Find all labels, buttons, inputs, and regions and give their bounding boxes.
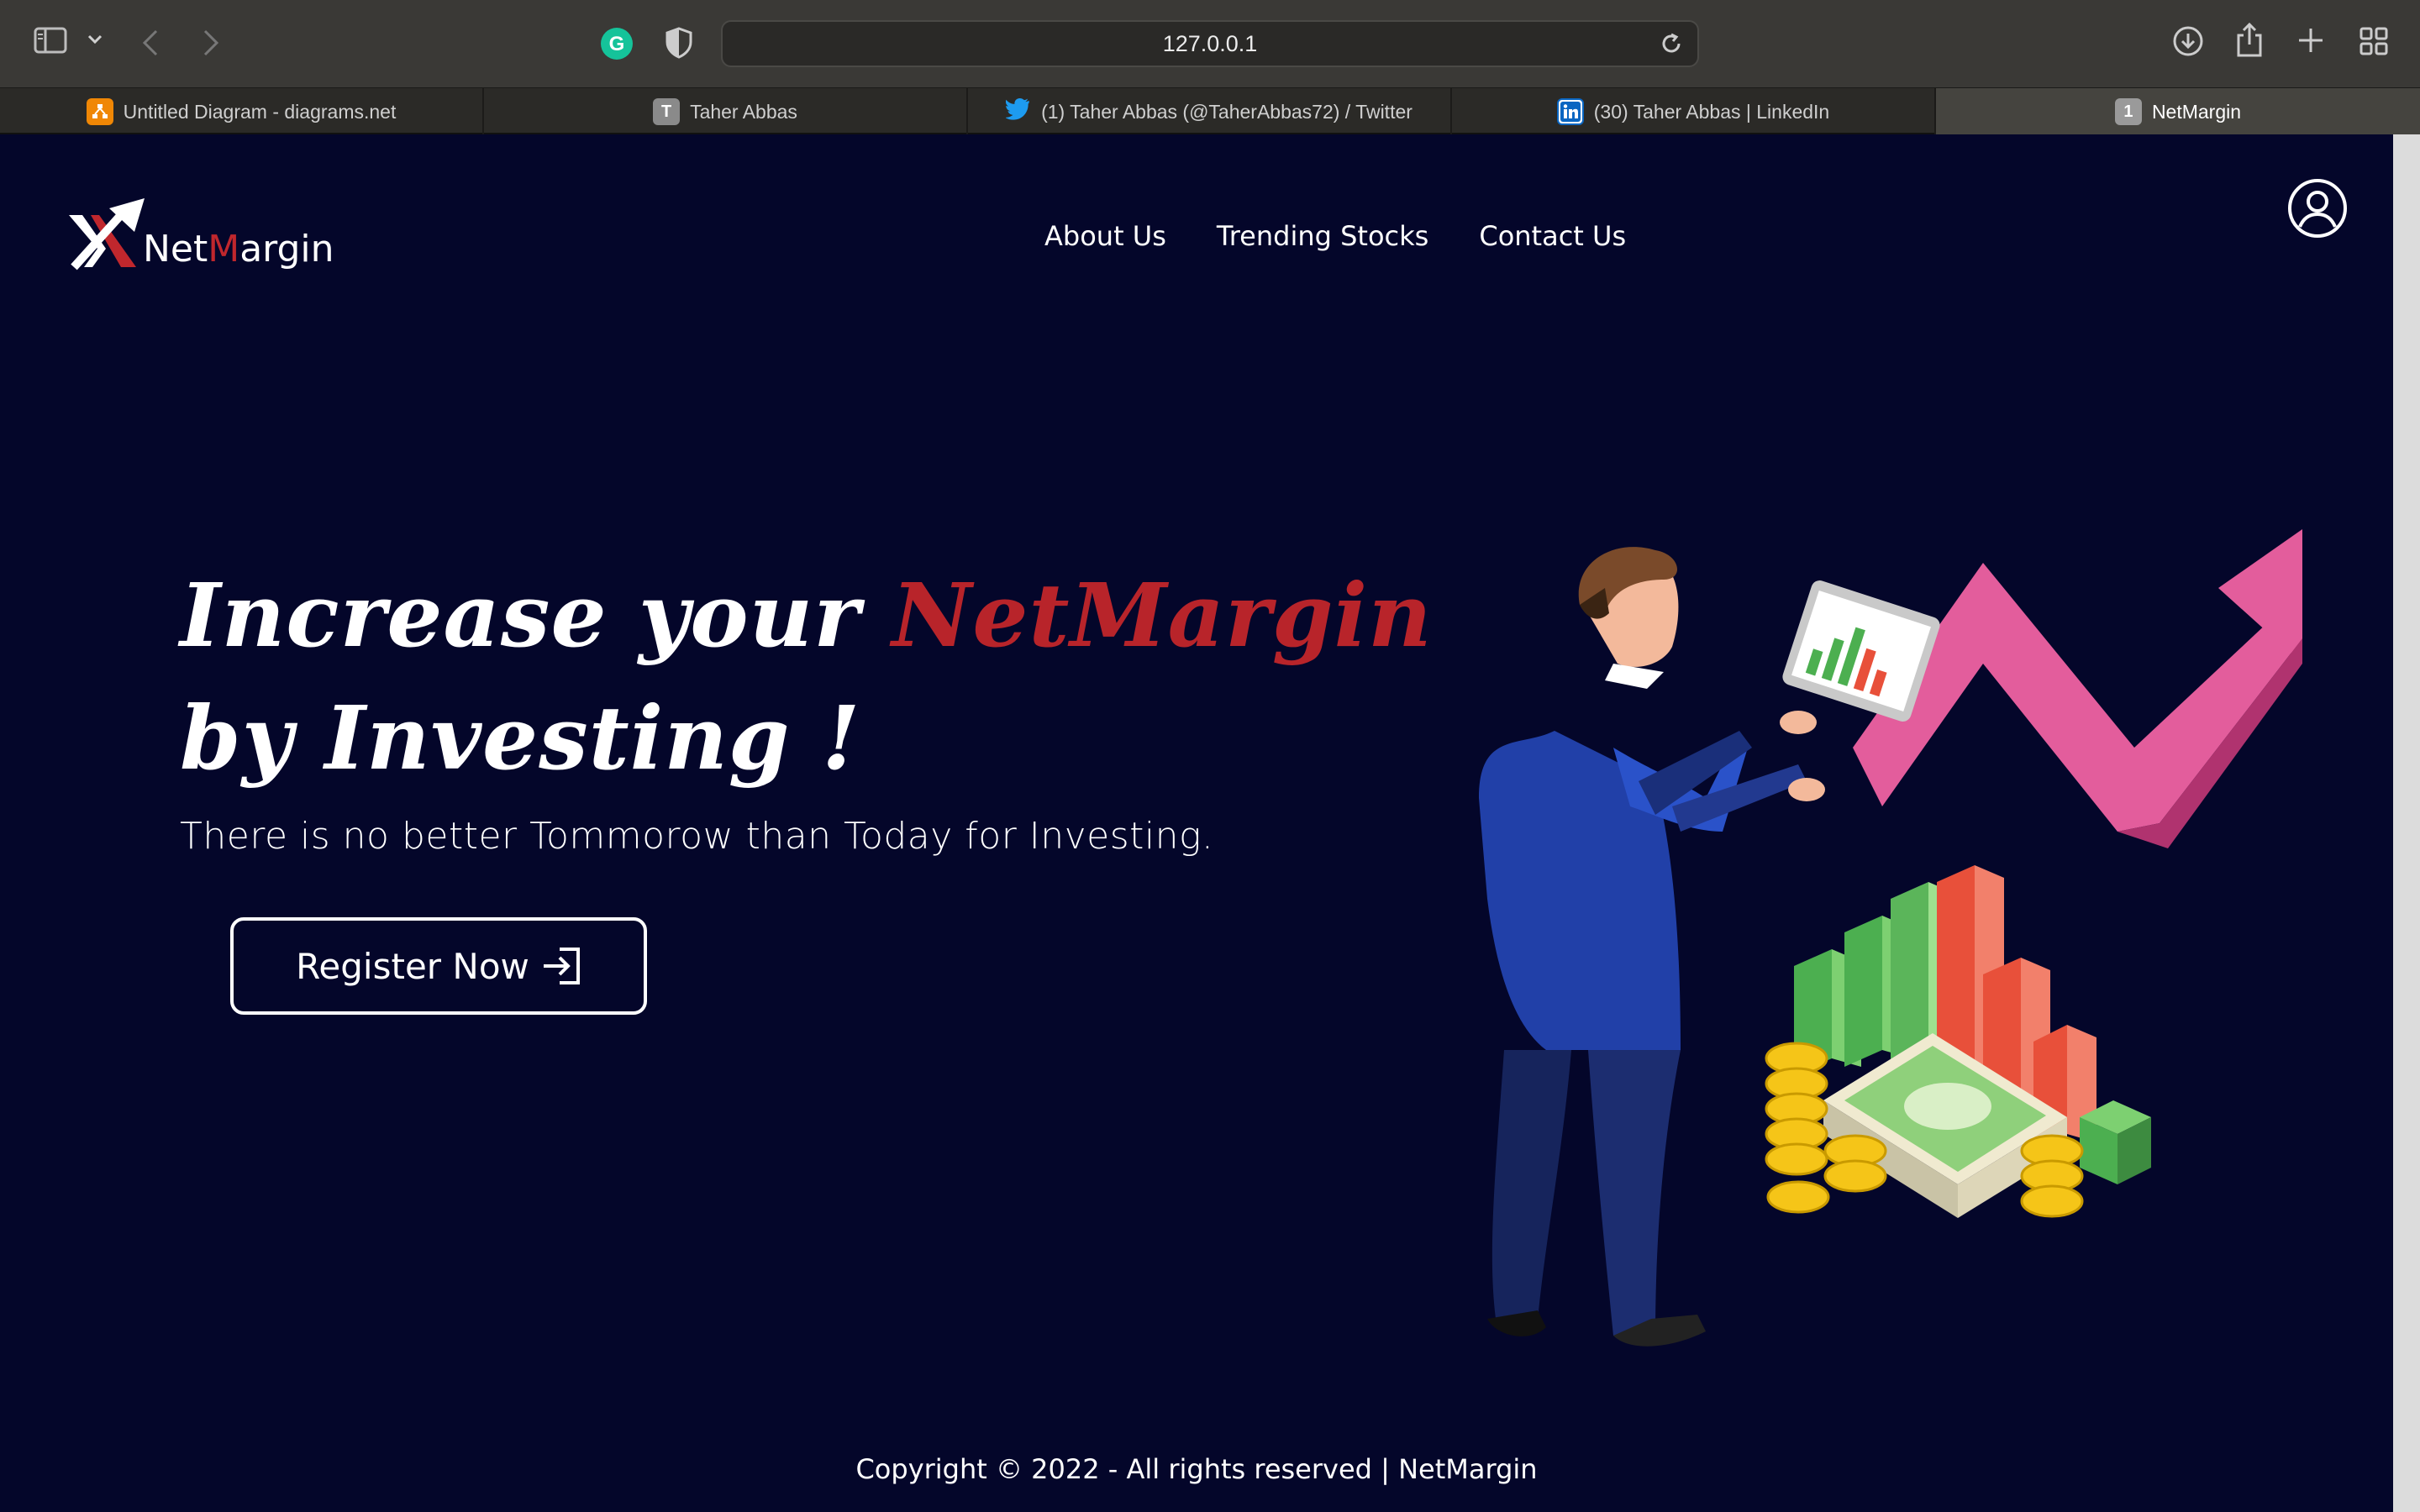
nav-contact-us[interactable]: Contact Us: [1479, 220, 1626, 252]
privacy-shield-icon[interactable]: [666, 27, 692, 59]
twitter-icon: [1005, 98, 1031, 125]
hero-subtitle: There is no better Tommorow than Today f…: [180, 815, 1214, 858]
tab-bar: Untitled Diagram - diagrams.net T Taher …: [0, 87, 2420, 135]
share-icon[interactable]: [2235, 22, 2264, 59]
tab-twitter[interactable]: (1) Taher Abbas (@TaherAbbas72) / Twitte…: [968, 88, 1452, 135]
login-arrow-icon: [543, 948, 580, 984]
webpage: NetMargin About Us Trending Stocks Conta…: [0, 134, 2393, 1512]
netmargin-logo[interactable]: NetMargin: [67, 198, 334, 276]
hero-title-brand: NetMargin: [892, 564, 1433, 667]
tab-title: Taher Abbas: [690, 100, 797, 123]
number-one-icon: 1: [2114, 98, 2142, 125]
tab-overview-icon[interactable]: [2360, 27, 2388, 55]
linkedin-icon: [1556, 98, 1584, 125]
logo-m: M: [208, 228, 240, 270]
hero-title-part2: by Investing !: [180, 686, 861, 790]
investor-illustration: [1479, 529, 2302, 1347]
logo-arrow-icon: [69, 198, 145, 270]
browser-toolbar: G 127.0.0.1: [0, 0, 2420, 87]
address-bar[interactable]: 127.0.0.1: [721, 20, 1699, 67]
register-label: Register Now: [296, 945, 529, 987]
footer-copyright: Copyright © 2022 - All rights reserved |…: [855, 1453, 1538, 1485]
tab-diagrams[interactable]: Untitled Diagram - diagrams.net: [0, 88, 484, 135]
tab-netmargin[interactable]: 1 NetMargin: [1936, 88, 2420, 135]
tab-title: (1) Taher Abbas (@TaherAbbas72) / Twitte…: [1041, 100, 1413, 123]
logo-wordmark: NetMargin: [143, 228, 334, 270]
tab-title: Untitled Diagram - diagrams.net: [123, 100, 397, 123]
svg-text:G: G: [609, 33, 625, 55]
downloads-icon[interactable]: [2172, 25, 2204, 57]
user-account-icon[interactable]: [2287, 178, 2348, 243]
hero-title: Increase your NetMargin by Investing !: [180, 554, 1440, 800]
reload-icon[interactable]: [1660, 32, 1682, 61]
letter-t-icon: T: [653, 98, 681, 125]
nav-about-us[interactable]: About Us: [1044, 220, 1166, 252]
chevron-down-icon[interactable]: [87, 34, 103, 45]
page-scrollbar[interactable]: [2393, 134, 2420, 1512]
tab-linkedin[interactable]: (30) Taher Abbas | LinkedIn: [1452, 88, 1936, 135]
logo-net: Net: [143, 228, 208, 270]
forward-icon[interactable]: [202, 29, 220, 57]
back-icon[interactable]: [141, 29, 160, 57]
hero-title-part1: Increase your: [180, 564, 892, 667]
new-tab-icon[interactable]: [2297, 27, 2324, 54]
tab-taher-abbas[interactable]: T Taher Abbas: [484, 88, 968, 135]
grammarly-icon[interactable]: G: [600, 27, 634, 60]
tab-title: (30) Taher Abbas | LinkedIn: [1593, 100, 1830, 123]
sidebar-toggle-icon[interactable]: [34, 27, 67, 54]
logo-rest: argin: [239, 228, 334, 270]
diagrams-icon: [86, 98, 113, 125]
nav-trending-stocks[interactable]: Trending Stocks: [1217, 220, 1428, 252]
register-now-button[interactable]: Register Now: [230, 917, 647, 1015]
tab-title: NetMargin: [2151, 100, 2242, 123]
url-text: 127.0.0.1: [1162, 30, 1258, 56]
main-nav: About Us Trending Stocks Contact Us: [1044, 220, 1626, 252]
